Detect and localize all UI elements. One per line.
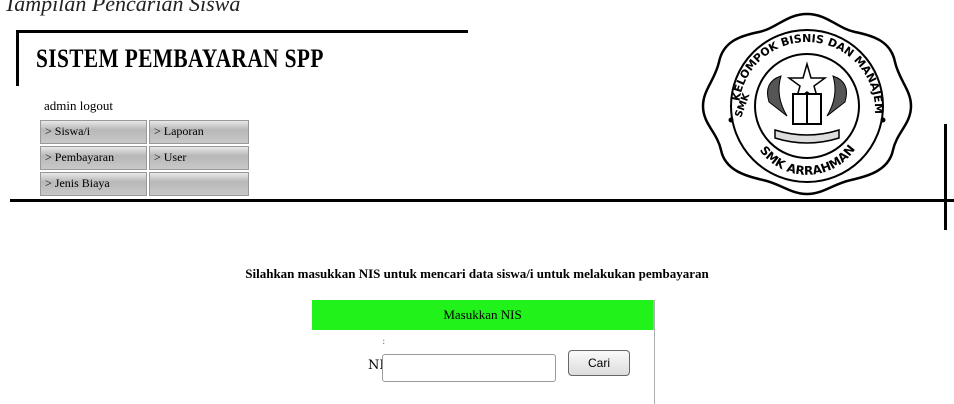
app-title: SISTEM PEMBAYARAN SPP xyxy=(36,44,324,73)
header-left-line xyxy=(16,30,19,86)
main-menu: > Siswa/i > Laporan > Pembayaran > User … xyxy=(40,120,249,196)
figure-caption: Tampilan Pencarian Siswa xyxy=(4,0,240,17)
menu-item-empty xyxy=(149,172,249,196)
menu-item-pembayaran[interactable]: > Pembayaran xyxy=(40,146,147,170)
nis-search-panel: Masukkan NIS : NIS Cari xyxy=(312,300,655,404)
nis-colon: : xyxy=(382,336,386,347)
header-right-line xyxy=(944,124,947,230)
header-top-line xyxy=(18,30,468,33)
school-logo: KELOMPOK BISNIS DAN MANAJEMEN SMK SMK AR… xyxy=(697,6,913,196)
search-instruction: Silahkan masukkan NIS untuk mencari data… xyxy=(245,266,709,281)
menu-item-jenis-biaya[interactable]: > Jenis Biaya xyxy=(40,172,147,196)
nis-panel-header: Masukkan NIS xyxy=(312,300,654,330)
caption-text: Tampilan Pencarian Siswa xyxy=(4,0,241,16)
username: admin xyxy=(44,98,77,113)
menu-item-siswa[interactable]: > Siswa/i xyxy=(40,120,147,144)
search-button[interactable]: Cari xyxy=(568,350,630,376)
menu-item-laporan[interactable]: > Laporan xyxy=(149,120,249,144)
logout-link[interactable]: logout xyxy=(80,98,113,113)
menu-item-user[interactable]: > User xyxy=(149,146,249,170)
nis-input[interactable] xyxy=(382,354,556,382)
header-bottom-line xyxy=(10,199,954,202)
user-bar: admin logout xyxy=(44,98,113,114)
